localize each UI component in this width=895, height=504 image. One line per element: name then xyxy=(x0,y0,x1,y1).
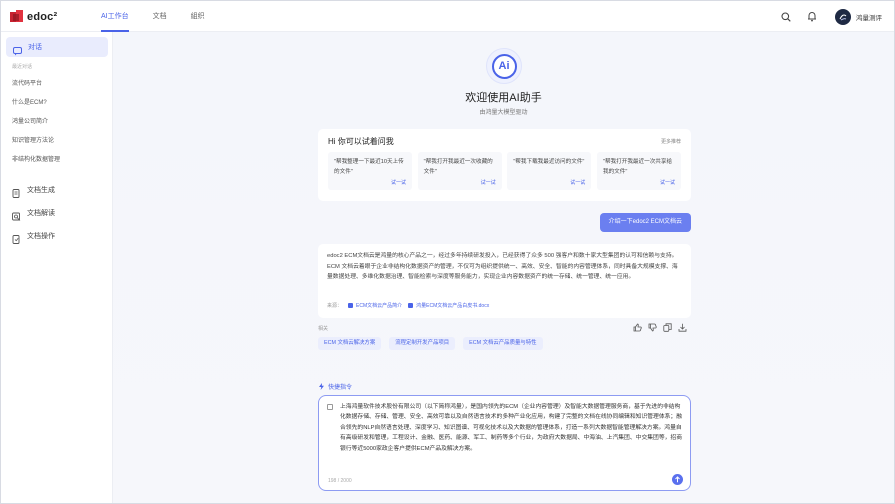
user-name[interactable]: 鸿量测评 xyxy=(856,12,882,22)
avatar[interactable] xyxy=(835,8,851,25)
search-icon[interactable] xyxy=(779,10,793,24)
lightning-icon xyxy=(318,383,325,390)
suggestion-text: "帮我打开我最近一次共享给我的文件" xyxy=(602,159,673,175)
tool-label: 文档生成 xyxy=(27,186,55,194)
logo-icon xyxy=(10,10,23,23)
doc-operate-icon xyxy=(12,231,21,244)
suggestion-item[interactable]: "帮我打开我最近一次共享给我的文件" 试一试 xyxy=(596,152,681,190)
doc-generate-icon xyxy=(12,185,21,198)
top-actions: 鸿量测评 xyxy=(779,1,894,32)
tab-documents[interactable]: 文档 xyxy=(153,1,167,32)
doc-read-icon xyxy=(12,208,21,221)
suggestion-text: "帮我下载我最近访问的文件" xyxy=(513,159,585,165)
try-link[interactable]: 试一试 xyxy=(570,179,585,186)
thumbs-up-icon[interactable] xyxy=(633,323,642,332)
try-link[interactable]: 试一试 xyxy=(660,179,675,186)
tab-organization[interactable]: 組织 xyxy=(191,1,205,32)
top-bar: edoc² AI工作台 文档 組织 鸿量测评 xyxy=(1,1,894,32)
bell-icon[interactable] xyxy=(805,10,819,24)
suggestion-item[interactable]: "帮我下载我最近访问的文件" 试一试 xyxy=(507,152,592,190)
suggestion-card: Hi 你可以试着问我 更多推荐 "帮我整理一下最近10天上传的文件" 试一试 "… xyxy=(318,129,691,201)
tool-list: 文档生成 文档解读 文档操作 xyxy=(12,178,108,247)
quick-commands-button[interactable]: 快捷指令 xyxy=(318,382,352,391)
sidebar-item-label: 对话 xyxy=(28,44,42,51)
recent-chat-item[interactable]: 知识管理方法论 xyxy=(12,132,108,151)
copy-icon[interactable] xyxy=(663,323,672,332)
user-message: 介绍一下edoc2 ECM文档云 xyxy=(599,213,691,232)
recent-chat-list: 流代码平台 什么是ECM? 鸿量公司简介 知识管理方法论 非结构化数据管理 xyxy=(12,75,108,170)
page-title: 欢迎使用AI助手 xyxy=(465,92,542,104)
tab-ai-workbench[interactable]: AI工作台 xyxy=(101,1,129,32)
sidebar-item-doc-generate[interactable]: 文档生成 xyxy=(12,178,108,201)
send-button[interactable] xyxy=(672,474,683,485)
brand-logo[interactable]: edoc² xyxy=(10,9,57,24)
suggestion-title: Hi 你可以试着问我 xyxy=(328,137,394,146)
related-label: 相关 xyxy=(318,326,329,332)
doc-icon xyxy=(348,303,354,308)
related-question-chip[interactable]: ECM 文档云产品质量与特性 xyxy=(463,337,543,350)
suggestion-item[interactable]: "帮我整理一下最近10天上传的文件" 试一试 xyxy=(328,152,412,190)
recent-chat-item[interactable]: 什么是ECM? xyxy=(12,94,108,113)
source-label: 来源： xyxy=(327,303,343,309)
sidebar-item-doc-operate[interactable]: 文档操作 xyxy=(12,224,108,247)
tool-label: 文档解读 xyxy=(27,209,55,217)
attach-checkbox[interactable] xyxy=(327,404,333,410)
recent-section-label: 最近对话 xyxy=(12,64,33,70)
chat-icon xyxy=(13,43,22,55)
main-nav: AI工作台 文档 組织 xyxy=(101,1,229,32)
message-input[interactable]: 上海鸿量软件技术股份有限公司（以下简称鸿量），是国内领先的ECM（企业内容管理）… xyxy=(318,395,691,491)
suggestion-item[interactable]: "帮我打开我最近一次收藏的文件" 试一试 xyxy=(417,152,502,190)
suggestion-text: "帮我打开我最近一次收藏的文件" xyxy=(423,159,493,175)
thumbs-down-icon[interactable] xyxy=(648,323,657,332)
arrow-up-icon xyxy=(675,476,680,483)
suggestion-text: "帮我整理一下最近10天上传的文件" xyxy=(334,159,404,175)
sidebar-item-doc-read[interactable]: 文档解读 xyxy=(12,201,108,224)
more-suggestions-link[interactable]: 更多推荐 xyxy=(661,138,681,145)
page-subtitle: 由鸿量大模型驱动 xyxy=(479,110,528,116)
suggestion-list: "帮我整理一下最近10天上传的文件" 试一试 "帮我打开我最近一次收藏的文件" … xyxy=(328,152,681,190)
source-name: ECM文档云产品简介 xyxy=(356,303,403,309)
brand-name: edoc² xyxy=(27,10,58,23)
try-link[interactable]: 试一试 xyxy=(481,179,496,186)
source-link[interactable]: 鸿量ECM文档云产品白皮书.docx xyxy=(408,302,489,309)
download-icon[interactable] xyxy=(678,323,687,332)
recent-chat-item[interactable]: 流代码平台 xyxy=(12,75,108,94)
tool-label: 文档操作 xyxy=(27,232,55,240)
related-question-chip[interactable]: 流程定制开发产品项目 xyxy=(389,337,456,350)
chat-main: Ai 欢迎使用AI助手 由鸿量大模型驱动 Hi 你可以试着问我 更多推荐 "帮我… xyxy=(113,32,894,503)
sidebar: 对话 最近对话 流代码平台 什么是ECM? 鸿量公司简介 知识管理方法论 非结构… xyxy=(1,32,113,503)
recent-chat-item[interactable]: 鸿量公司简介 xyxy=(12,113,108,132)
answer-sources: 来源： ECM文档云产品简介 鸿量ECM文档云产品白皮书.docx xyxy=(327,302,489,309)
doc-icon xyxy=(408,303,414,308)
assistant-message-text: edoc2 ECM文档云是鸿量的核心产品之一，经过多年持续研发投入，已经获得了众… xyxy=(327,253,678,280)
message-actions xyxy=(627,323,687,332)
source-name: 鸿量ECM文档云产品白皮书.docx xyxy=(416,303,490,309)
message-input-text[interactable]: 上海鸿量软件技术股份有限公司（以下简称鸿量），是国内领先的ECM（企业内容管理）… xyxy=(340,402,685,454)
sidebar-item-chat[interactable]: 对话 xyxy=(6,37,108,57)
recent-chat-item[interactable]: 非结构化数据管理 xyxy=(12,151,108,170)
quick-commands-label: 快捷指令 xyxy=(328,385,353,391)
ai-badge: Ai xyxy=(491,53,517,79)
char-counter: 198 / 2000 xyxy=(328,478,352,484)
ai-assistant-logo: Ai xyxy=(486,48,522,84)
assistant-message: edoc2 ECM文档云是鸿量的核心产品之一，经过多年持续研发投入，已经获得了众… xyxy=(318,244,691,318)
try-link[interactable]: 试一试 xyxy=(391,179,406,186)
app-window: edoc² AI工作台 文档 組织 鸿量测评 对话 最近对话 流代码平台 什么是… xyxy=(0,0,895,504)
related-questions: ECM 文档云解决方案 流程定制开发产品项目 ECM 文档云产品质量与特性 xyxy=(318,337,551,350)
related-question-chip[interactable]: ECM 文档云解决方案 xyxy=(318,337,382,350)
source-link[interactable]: ECM文档云产品简介 xyxy=(348,302,402,309)
